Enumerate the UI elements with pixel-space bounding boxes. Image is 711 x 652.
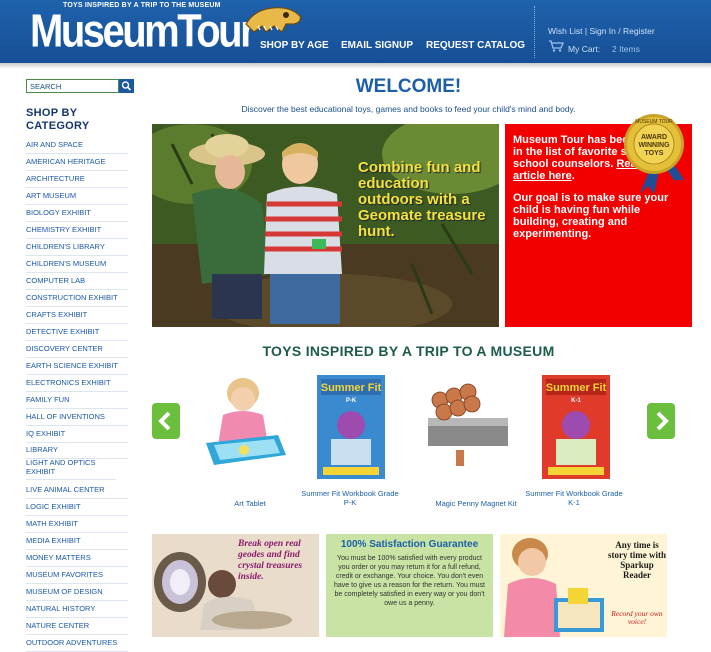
cart-icon[interactable] [548, 40, 564, 52]
art-tablet-image[interactable] [198, 375, 290, 470]
sidebar-category-item[interactable]: NATURAL HISTORY [26, 604, 128, 618]
sidebar-title: SHOP BY CATEGORY [26, 107, 90, 132]
sidebar-category-item[interactable]: CHEMISTRY EXHIBIT [26, 225, 128, 239]
product-magic-penny[interactable]: Magic Penny Magnet Kit [426, 499, 526, 508]
sidebar-category-item[interactable]: MATH EXHIBIT [26, 519, 128, 533]
sidebar-category-item[interactable]: MUSEUM FAVORITES [26, 570, 128, 584]
featured-period: . [571, 170, 575, 182]
award-line-3: TOYS [645, 150, 664, 157]
sidebar-category-item[interactable]: LIGHT AND OPTICS EXHIBIT [26, 458, 116, 480]
sidebar-category-item[interactable]: NATURE CENTER [26, 621, 128, 635]
wishlist-link[interactable]: Wish List [548, 26, 582, 36]
sidebar-category-item[interactable]: BIOLOGY EXHIBIT [26, 208, 128, 222]
nav-request-catalog[interactable]: REQUEST CATALOG [426, 40, 525, 51]
search-input[interactable]: SEARCH [26, 79, 119, 93]
sidebar-category-item[interactable]: ART MUSEUM [26, 191, 128, 205]
sidebar-category-item[interactable]: OUTDOOR ADVENTURES [26, 638, 128, 652]
cart-count: 2 Items [612, 44, 640, 54]
book-grade-text: K-1 [571, 398, 581, 404]
sidebar-category-item[interactable]: AIR AND SPACE [26, 140, 128, 154]
award-ring-text: MUSEUM TOUR [635, 119, 673, 125]
sidebar-category-item[interactable]: MONEY MATTERS [26, 553, 128, 567]
carousel-next-button[interactable] [647, 403, 675, 439]
sparkup-promo[interactable]: Any time is story time with Sparkup Read… [500, 534, 667, 637]
register-link[interactable]: Register [623, 26, 655, 36]
magic-penny-image[interactable] [418, 378, 514, 468]
chevron-left-icon [158, 411, 171, 431]
guarantee-title: 100% Satisfaction Guarantee [340, 539, 479, 550]
sidebar-category-item[interactable]: ELECTRONICS EXHIBIT [26, 378, 128, 392]
nav-shop-by-age[interactable]: SHOP BY AGE [260, 40, 329, 51]
sidebar-category-item[interactable]: MEDIA EXHIBIT [26, 536, 128, 550]
toys-section-heading: TOYS INSPIRED BY A TRIP TO A MUSEUM [262, 343, 555, 359]
guarantee-box: 100% Satisfaction Guarantee You must be … [326, 534, 493, 637]
summer-fit-pk-image[interactable]: Summer Fit P-K [317, 375, 385, 479]
search-icon [121, 81, 132, 91]
sidebar-category-item[interactable]: LOGIC EXHIBIT [26, 502, 128, 516]
site-header: TOYS INSPIRED BY A TRIP TO THE MUSEUM Mu… [0, 0, 711, 63]
sidebar-category-item[interactable]: COMPUTER LAB [26, 276, 128, 290]
search-button[interactable] [119, 79, 134, 93]
book-title-text: Summer Fit [546, 382, 607, 394]
sidebar-category-item[interactable]: ARCHITECTURE [26, 174, 128, 188]
header-shadow [0, 63, 711, 69]
sidebar-category-item[interactable]: CHILDREN'S MUSEUM [26, 259, 128, 273]
sidebar-category-item[interactable]: FAMILY FUN [26, 395, 128, 409]
account-links: Wish List | Sign In / Register [548, 26, 655, 36]
book-grade-text: P-K [346, 398, 357, 404]
sidebar-category-item[interactable]: DISCOVERY CENTER [26, 344, 128, 358]
goal-text: Our goal is to make sure your child is h… [513, 192, 669, 240]
carousel-prev-button[interactable] [152, 403, 180, 439]
sidebar-category-item[interactable]: IQ EXHIBIT [26, 429, 128, 443]
product-art-tablet[interactable]: Art Tablet [200, 499, 300, 508]
dinosaur-skull-icon [245, 7, 301, 33]
sidebar-category-item[interactable]: HALL OF INVENTIONS [26, 412, 128, 426]
sidebar-category-item[interactable]: LIBRARY [26, 445, 128, 459]
page-subtitle: Discover the best educational toys, game… [241, 104, 576, 114]
cart-link[interactable]: My Cart: [568, 44, 600, 54]
header-divider [534, 6, 535, 58]
hero-caption: Combine fun and education outdoors with … [358, 159, 486, 240]
museum-tour-logo[interactable]: MuseumTour [30, 6, 256, 58]
sign-in-link[interactable]: Sign In [589, 26, 615, 36]
guarantee-body: You must be 100% satisfied with every pr… [334, 555, 485, 607]
hero-banner[interactable]: Combine fun and education outdoors with … [152, 124, 499, 327]
nav-email-signup[interactable]: EMAIL SIGNUP [341, 40, 413, 51]
sidebar-category-item[interactable]: CHILDREN'S LIBRARY [26, 242, 128, 256]
sidebar-category-item[interactable]: CONSTRUCTION EXHIBIT [26, 293, 128, 307]
sidebar-category-item[interactable]: DETECTIVE EXHIBIT [26, 327, 128, 341]
sparkup-promo-text: Any time is story time with Sparkup Read… [608, 540, 666, 580]
product-summer-fit-k1[interactable]: Summer Fit Workbook Grade K-1 [524, 489, 624, 507]
geode-promo[interactable]: Break open real geodes and find crystal … [152, 534, 319, 637]
award-ribbon-icon: MUSEUM TOUR AWARD WINNING TOYS [624, 114, 684, 194]
award-line-1: AWARD [641, 134, 667, 141]
book-title-text: Summer Fit [321, 382, 382, 394]
chevron-right-icon [656, 411, 669, 431]
sidebar-category-item[interactable]: EARTH SCIENCE EXHIBIT [26, 361, 128, 375]
geode-promo-text: Break open real geodes and find crystal … [238, 539, 303, 582]
sidebar-category-item[interactable]: MUSEUM OF DESIGN [26, 587, 128, 601]
award-line-2: WINNING [638, 142, 670, 149]
sidebar-category-item[interactable]: LIVE ANIMAL CENTER [26, 485, 128, 499]
page-title: WELCOME! [355, 76, 462, 97]
summer-fit-k1-image[interactable]: Summer Fit K-1 [542, 375, 610, 479]
sidebar-category-item[interactable]: AMERICAN HERITAGE [26, 157, 128, 171]
product-summer-fit-pk[interactable]: Summer Fit Workbook Grade P-K [300, 489, 400, 507]
sparkup-promo-sub: Record your own voice! [611, 609, 663, 626]
sidebar-category-item[interactable]: CRAFTS EXHIBIT [26, 310, 128, 324]
